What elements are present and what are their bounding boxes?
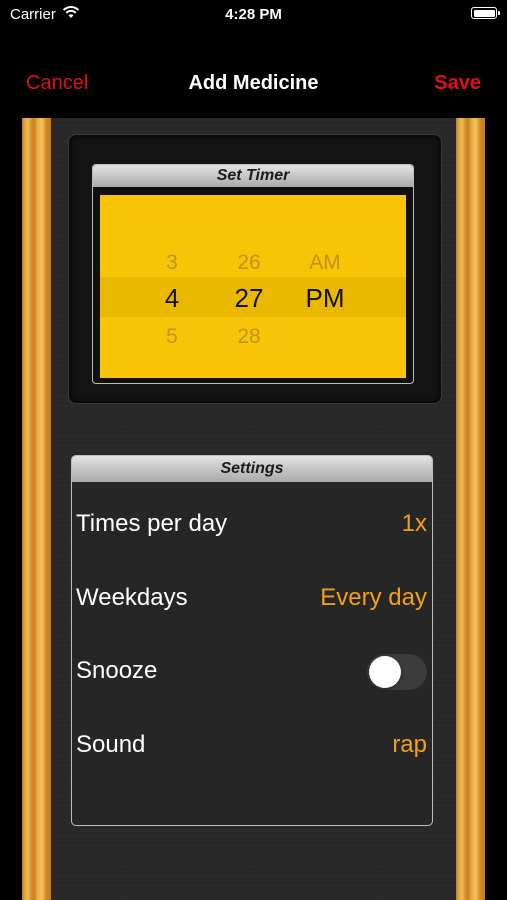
timer-box: Set Timer 3 4 5 26 27 28 AM PM — [92, 164, 414, 384]
status-bar: Carrier 4:28 PM — [0, 0, 507, 30]
settings-box: Settings Times per day 1x Weekdays Every… — [71, 455, 433, 826]
minute-selected[interactable]: 27 — [224, 283, 274, 314]
times-per-day-row[interactable]: Times per day 1x — [76, 500, 427, 548]
settings-header: Settings — [72, 456, 432, 482]
toggle-knob — [369, 656, 401, 688]
snooze-label: Snooze — [76, 657, 158, 684]
hour-above[interactable]: 3 — [152, 251, 192, 275]
snooze-toggle[interactable] — [367, 654, 427, 690]
page-title: Add Medicine — [188, 72, 319, 94]
sound-value[interactable]: rap — [392, 721, 427, 769]
times-per-day-label: Times per day — [76, 510, 228, 537]
battery-icon — [471, 7, 500, 19]
wood-panel-right — [456, 118, 485, 900]
weekdays-value[interactable]: Every day — [320, 574, 427, 622]
times-per-day-value[interactable]: 1x — [402, 500, 427, 548]
status-time: 4:28 PM — [225, 6, 282, 23]
time-picker[interactable]: 3 4 5 26 27 28 AM PM — [100, 195, 406, 378]
minute-above[interactable]: 26 — [224, 251, 274, 275]
sound-label: Sound — [76, 731, 146, 758]
period-selected[interactable]: PM — [298, 283, 352, 314]
weekdays-row[interactable]: Weekdays Every day — [76, 574, 427, 622]
snooze-row: Snooze — [76, 647, 427, 695]
hour-below[interactable]: 5 — [152, 325, 192, 349]
hour-selected[interactable]: 4 — [152, 283, 192, 314]
weekdays-label: Weekdays — [76, 584, 188, 611]
wood-panel-left — [22, 118, 51, 900]
timer-header: Set Timer — [93, 165, 413, 187]
minute-below[interactable]: 28 — [224, 325, 274, 349]
period-above[interactable]: AM — [298, 251, 352, 275]
sound-row[interactable]: Sound rap — [76, 721, 427, 769]
save-button[interactable]: Save — [434, 72, 481, 95]
